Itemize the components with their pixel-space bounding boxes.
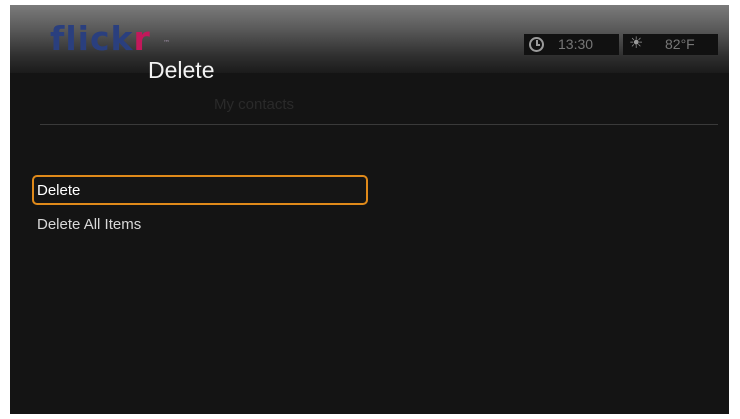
logo-text: flick xyxy=(50,19,134,58)
menu-item-delete-all[interactable]: Delete All Items xyxy=(32,211,368,241)
menu-item-label: Delete All Items xyxy=(37,216,142,233)
weather-widget: ☀ 82°F xyxy=(623,34,718,55)
logo-accent: r xyxy=(133,19,151,58)
sun-icon: ☀ xyxy=(629,35,644,52)
clock-widget: 13:30 xyxy=(524,34,619,55)
menu-item-label: Delete xyxy=(37,182,81,199)
page-title: Delete xyxy=(148,57,215,83)
time-display: 13:30 xyxy=(558,36,594,52)
temperature-display: 82°F xyxy=(665,36,695,52)
clock-icon xyxy=(529,37,544,52)
flickr-logo: flickr ™ xyxy=(50,19,170,59)
menu-item-delete[interactable]: Delete xyxy=(32,175,368,205)
context-label: My contacts xyxy=(214,96,295,113)
tv-screen: flickr ™ Delete My contacts 13:30 ☀ 82°F… xyxy=(10,5,729,414)
header-divider xyxy=(40,124,718,125)
